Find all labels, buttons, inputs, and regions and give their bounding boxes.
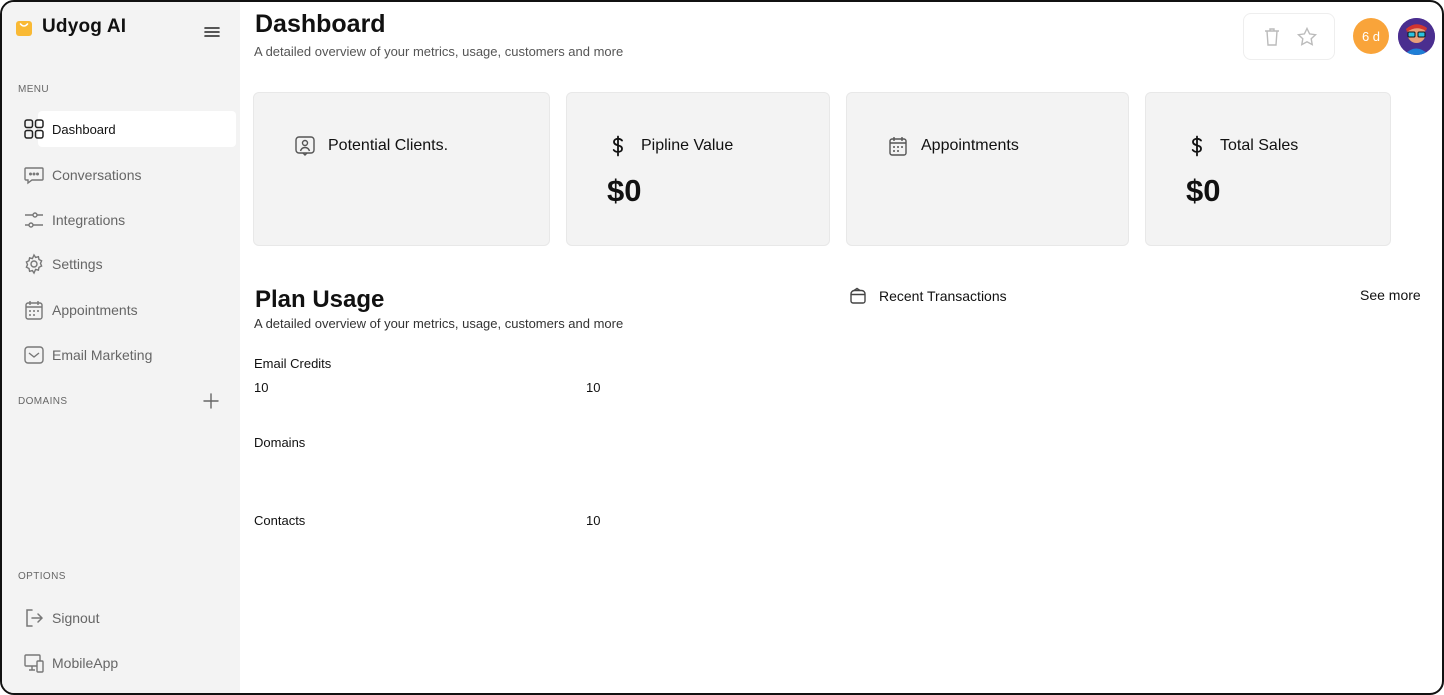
usage-label-email-credits: Email Credits [254, 356, 332, 371]
menu-section-label: MENU [18, 84, 50, 95]
domains-section-label: DOMAINS [18, 396, 68, 407]
brand[interactable]: Udyog AI [14, 16, 126, 38]
usage-used-email-credits: 10 [254, 380, 269, 395]
dollar-icon [1186, 135, 1208, 157]
brand-name: Udyog AI [42, 16, 127, 37]
stat-card-potential-clients: Potential Clients. [253, 92, 550, 246]
dollar-icon [607, 135, 629, 157]
hamburger-menu-icon[interactable] [202, 22, 222, 42]
gear-icon [22, 252, 46, 276]
sidebar-item-label: MobileApp [52, 655, 119, 671]
sidebar-item-label: Conversations [52, 167, 142, 183]
star-icon[interactable] [1295, 25, 1319, 49]
wallet-icon [848, 286, 868, 306]
sidebar-item-settings[interactable]: Settings [18, 246, 236, 282]
usage-limit-contacts: 10 [586, 513, 601, 528]
shopping-bag-logo-icon [14, 17, 34, 37]
sliders-icon [22, 208, 46, 232]
stat-card-total-sales: Total Sales $0 [1145, 92, 1391, 246]
stat-card-label: Total Sales [1220, 137, 1299, 154]
chat-icon [22, 163, 46, 187]
mail-icon [22, 343, 46, 367]
calendar-icon [22, 298, 46, 322]
sidebar-item-label: Signout [52, 610, 100, 626]
sidebar: Udyog AI MENU Dashboard Conversations In… [2, 2, 240, 693]
see-more-link[interactable]: See more [1360, 287, 1421, 303]
plan-usage-title: Plan Usage [255, 286, 385, 313]
sidebar-item-label: Settings [52, 256, 103, 272]
sidebar-item-label: Email Marketing [52, 347, 153, 363]
recent-transactions-title: Recent Transactions [879, 288, 1007, 304]
page-title: Dashboard [255, 10, 386, 38]
stat-card-appointments: Appointments [846, 92, 1129, 246]
stat-card-label: Pipline Value [641, 137, 734, 154]
stat-card-pipeline-value: Pipline Value $0 [566, 92, 830, 246]
calendar-icon [887, 135, 909, 157]
usage-label-contacts: Contacts [254, 513, 306, 528]
sidebar-item-dashboard[interactable]: Dashboard [18, 111, 236, 147]
user-card-icon [294, 135, 316, 157]
stat-card-label: Appointments [921, 137, 1019, 154]
avatar[interactable] [1398, 18, 1435, 55]
sidebar-item-label: Dashboard [52, 121, 116, 137]
sidebar-item-conversations[interactable]: Conversations [18, 157, 236, 193]
sidebar-item-appointments[interactable]: Appointments [18, 292, 236, 328]
signout-icon [22, 606, 46, 630]
usage-label-domains: Domains [254, 435, 306, 450]
sidebar-item-label: Appointments [52, 302, 138, 318]
plan-usage-subtitle: A detailed overview of your metrics, usa… [254, 316, 624, 331]
stat-card-label: Potential Clients. [328, 137, 449, 154]
recent-transactions-header: Recent Transactions [848, 286, 1007, 306]
trial-days-badge: 6 d [1353, 18, 1389, 54]
sidebar-item-label: Integrations [52, 212, 126, 228]
stat-card-value: $0 [607, 173, 642, 208]
sidebar-item-email-marketing[interactable]: Email Marketing [18, 337, 236, 373]
grid-icon [22, 117, 46, 141]
sidebar-item-mobileapp[interactable]: MobileApp [18, 645, 236, 681]
page-subtitle: A detailed overview of your metrics, usa… [254, 44, 624, 59]
device-icon [22, 651, 46, 675]
sidebar-item-integrations[interactable]: Integrations [18, 202, 236, 238]
add-domain-plus-icon[interactable] [202, 392, 220, 410]
stat-card-value: $0 [1186, 173, 1221, 208]
sidebar-item-signout[interactable]: Signout [18, 600, 236, 636]
header-actions [1243, 13, 1335, 60]
options-section-label: OPTIONS [18, 571, 66, 582]
usage-limit-email-credits: 10 [586, 380, 601, 395]
trash-icon[interactable] [1260, 25, 1284, 49]
app-window: Udyog AI MENU Dashboard Conversations In… [0, 0, 1444, 695]
